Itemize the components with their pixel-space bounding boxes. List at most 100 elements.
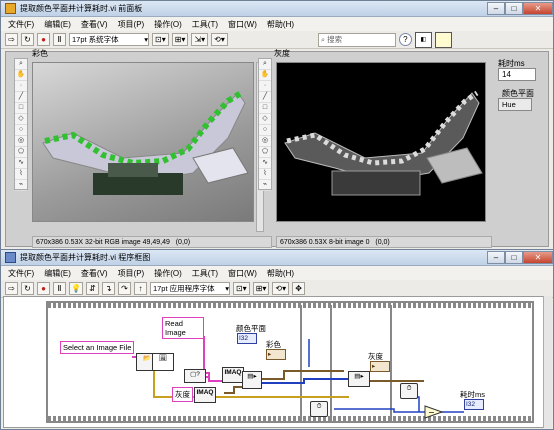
highlight-execution-icon[interactable]: 💡	[69, 282, 83, 295]
reorder-icon[interactable]: ⟲▾	[211, 33, 228, 46]
close-button[interactable]: ✕	[523, 1, 553, 15]
connector-pane-icon	[434, 31, 452, 48]
gray-image-label: 灰度	[274, 49, 290, 58]
imaq-create-node-2[interactable]: IMAQ	[194, 387, 216, 403]
retain-wire-values-icon[interactable]: ⇵	[85, 282, 99, 295]
menu-help[interactable]: 帮助(H)	[262, 19, 299, 30]
step-out-icon[interactable]: ↑	[133, 282, 147, 295]
help-icon[interactable]: ?	[398, 33, 412, 46]
resize-objects-icon[interactable]: ⇲▾	[191, 33, 209, 46]
menu-operate[interactable]: 操作(O)	[149, 19, 187, 30]
run-continuously-icon[interactable]: ↻	[21, 33, 34, 46]
polygon-tool-icon[interactable]: ⬠	[259, 147, 271, 158]
zoom-tool-icon[interactable]: ⌕	[259, 59, 271, 70]
zoom-tool-icon[interactable]: ⌕	[15, 59, 27, 70]
image-create-node[interactable]: 🖼	[152, 353, 174, 371]
line-tool-icon[interactable]: ╱	[259, 92, 271, 103]
menu-window[interactable]: 窗口(W)	[223, 19, 262, 30]
rotated-rect-tool-icon[interactable]: ◇	[259, 114, 271, 125]
read-image-string-constant[interactable]: Read Image	[162, 317, 204, 339]
color-plane-select[interactable]: Hue	[498, 98, 532, 111]
run-arrow-icon[interactable]: ⇨	[5, 282, 18, 295]
search-input[interactable]: ⌕ 搜索	[317, 32, 396, 47]
imaq-question-node[interactable]: ▢?	[184, 369, 206, 383]
broken-line-tool-icon[interactable]: ⌇	[15, 169, 27, 180]
minimize-button[interactable]: –	[487, 1, 505, 15]
menu-view[interactable]: 查看(V)	[76, 19, 113, 30]
close-button[interactable]: ✕	[523, 250, 553, 264]
menu-edit[interactable]: 编辑(E)	[39, 19, 76, 30]
freeline-tool-icon[interactable]: ⌁	[259, 180, 271, 191]
gray-image-status: 670x386 0.53X 8-bit image 0 (0,0)	[276, 236, 492, 248]
polygon-tool-icon[interactable]: ⬠	[15, 147, 27, 158]
reorder-icon[interactable]: ⟲▾	[272, 282, 290, 295]
imaq-create-node-1[interactable]: IMAQ	[222, 367, 244, 383]
color-plane-terminal[interactable]: I32	[237, 333, 257, 344]
gray-image-tool-palette[interactable]: ⌕ ✋ · ╱ □ ◇ ○ ◎ ⬠ ∿ ⌇ ⌁	[258, 58, 272, 191]
oval-tool-icon[interactable]: ○	[259, 125, 271, 136]
subtract-function-icon[interactable]: −	[424, 405, 444, 419]
align-objects-icon[interactable]: ⊡▾	[152, 33, 169, 46]
select-file-string-constant[interactable]: Select an Image File	[60, 341, 135, 354]
menu-tools[interactable]: 工具(T)	[187, 268, 223, 279]
gray-image-terminal[interactable]: ▸	[370, 361, 390, 372]
timer-icon[interactable]: ⏱	[400, 383, 418, 399]
menu-project[interactable]: 项目(P)	[113, 19, 150, 30]
point-tool-icon[interactable]: ·	[259, 81, 271, 92]
font-select[interactable]: 17pt 系统字体 ▾	[69, 33, 149, 46]
menu-operate[interactable]: 操作(O)	[149, 268, 187, 279]
run-arrow-icon[interactable]: ⇨	[5, 33, 18, 46]
menu-window[interactable]: 窗口(W)	[223, 268, 262, 279]
color-image-tool-palette[interactable]: ⌕ ✋ · ╱ □ ◇ ○ ◎ ⬠ ∿ ⌇ ⌁	[14, 58, 28, 191]
window-title: 提取颜色平面并计算耗时.vi 程序框图	[20, 253, 151, 262]
pause-icon[interactable]: Ⅱ	[53, 282, 66, 295]
rect-tool-icon[interactable]: □	[15, 103, 27, 114]
menu-tools[interactable]: 工具(T)	[187, 19, 223, 30]
oval-tool-icon[interactable]: ○	[15, 125, 27, 136]
color-image-terminal[interactable]: ▸	[266, 349, 286, 360]
rect-tool-icon[interactable]: □	[259, 103, 271, 114]
line-tool-icon[interactable]: ╱	[15, 92, 27, 103]
elapsed-ms-indicator: 14	[498, 68, 536, 81]
font-select[interactable]: 17pt 应用程序字体 ▾	[149, 282, 230, 295]
distribute-objects-icon[interactable]: ⊞▾	[252, 282, 270, 295]
step-over-icon[interactable]: ↷	[117, 282, 131, 295]
color-image-display[interactable]	[32, 62, 254, 222]
annulus-tool-icon[interactable]: ◎	[15, 136, 27, 147]
timer-icon[interactable]: ⏱	[310, 401, 328, 417]
freeline-tool-icon[interactable]: ⌁	[15, 180, 27, 191]
run-continuously-icon[interactable]: ↻	[21, 282, 34, 295]
toolbar: ⇨ ↻ ● Ⅱ 17pt 系统字体 ▾ ⊡▾ ⊞▾ ⇲▾ ⟲▾ ⌕ 搜索 ? ◧	[1, 31, 553, 49]
maximize-button[interactable]: □	[505, 1, 523, 15]
pan-tool-icon[interactable]: ✋	[259, 70, 271, 81]
abort-icon[interactable]: ●	[37, 33, 50, 46]
annulus-tool-icon[interactable]: ◎	[259, 136, 271, 147]
menu-help[interactable]: 帮助(H)	[262, 268, 299, 279]
window-title: 提取颜色平面并计算耗时.vi 前面板	[20, 4, 143, 13]
distribute-objects-icon[interactable]: ⊞▾	[171, 33, 189, 46]
vertical-scrollbar[interactable]	[543, 296, 552, 428]
cleanup-diagram-icon[interactable]: ✥	[292, 282, 306, 295]
menu-file[interactable]: 文件(F)	[3, 268, 39, 279]
pan-tool-icon[interactable]: ✋	[15, 70, 27, 81]
align-objects-icon[interactable]: ⊡▾	[232, 282, 250, 295]
menu-edit[interactable]: 编辑(E)	[39, 268, 76, 279]
extract-color-plane-node[interactable]: ▤▸	[348, 371, 370, 387]
minimize-button[interactable]: –	[487, 250, 505, 264]
abort-icon[interactable]: ●	[37, 282, 50, 295]
gray-string-constant[interactable]: 灰度	[172, 387, 193, 402]
imaq-readfile-node[interactable]: ▤▸	[242, 371, 262, 389]
step-into-icon[interactable]: ↴	[101, 282, 115, 295]
pause-icon[interactable]: Ⅱ	[53, 33, 66, 46]
freehand-tool-icon[interactable]: ∿	[259, 158, 271, 169]
elapsed-ms-terminal[interactable]: I32	[464, 399, 484, 410]
point-tool-icon[interactable]: ·	[15, 81, 27, 92]
gray-image-display[interactable]	[276, 62, 486, 222]
rotated-rect-tool-icon[interactable]: ◇	[15, 114, 27, 125]
broken-line-tool-icon[interactable]: ⌇	[259, 169, 271, 180]
menu-view[interactable]: 查看(V)	[76, 268, 113, 279]
menu-file[interactable]: 文件(F)	[3, 19, 39, 30]
freehand-tool-icon[interactable]: ∿	[15, 158, 27, 169]
maximize-button[interactable]: □	[505, 250, 523, 264]
menu-project[interactable]: 项目(P)	[113, 268, 150, 279]
